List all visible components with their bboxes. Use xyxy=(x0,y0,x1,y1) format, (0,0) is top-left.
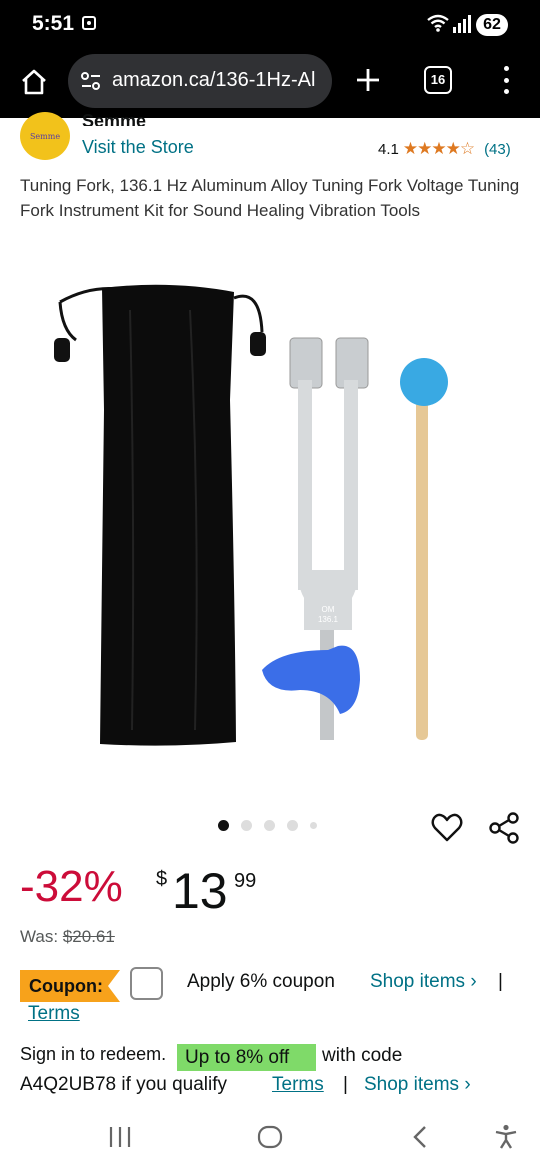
coupon-shop-items-link[interactable]: Shop items › xyxy=(370,971,477,993)
product-image[interactable]: OM 136.1 xyxy=(40,270,500,760)
browser-toolbar: amazon.ca/136-1Hz-Al 16 xyxy=(0,50,540,118)
carousel-dot[interactable] xyxy=(218,820,229,831)
carousel-dot[interactable] xyxy=(264,820,275,831)
home-icon xyxy=(22,69,46,95)
coupon-terms-link[interactable]: Terms xyxy=(28,1003,80,1025)
tuning-fork-illustration: OM 136.1 xyxy=(262,337,369,740)
promo-highlight: Up to 8% off xyxy=(177,1044,316,1071)
promo-terms-link[interactable]: Terms xyxy=(272,1074,324,1096)
new-tab-button[interactable] xyxy=(350,62,386,98)
visit-store-link[interactable]: Visit the Store xyxy=(82,137,194,158)
price-whole: 13 xyxy=(172,863,228,919)
mallet-illustration xyxy=(400,358,448,740)
status-bar: 5:51 62 xyxy=(0,0,540,50)
back-button[interactable] xyxy=(400,1121,440,1153)
battery-icon: 62 xyxy=(476,14,508,36)
separator: | xyxy=(498,971,503,992)
address-bar[interactable]: amazon.ca/136-1Hz-Al xyxy=(68,54,332,108)
accessibility-button[interactable] xyxy=(486,1121,526,1153)
notification-icon xyxy=(82,16,96,30)
coupon-text[interactable]: Apply 6% coupon xyxy=(187,971,335,993)
fork-engraving: OM xyxy=(322,605,335,614)
rating-count[interactable]: (43) xyxy=(484,141,511,158)
recent-apps-button[interactable] xyxy=(100,1121,140,1153)
promo-code-text: A4Q2UB78 if you qualify xyxy=(20,1074,228,1095)
menu-dot-icon xyxy=(503,66,509,71)
promo-shop-items-link[interactable]: Shop items › xyxy=(364,1074,471,1096)
back-icon xyxy=(413,1126,426,1148)
signin-text: Sign in to redeem. xyxy=(20,1044,167,1064)
price-fraction: 99 xyxy=(234,870,257,892)
store-logo[interactable]: Semme xyxy=(20,112,70,160)
more-menu-button[interactable] xyxy=(494,64,518,96)
plus-icon xyxy=(357,69,379,91)
site-info-icon[interactable] xyxy=(80,71,102,91)
with-code-text: with code xyxy=(322,1045,403,1066)
signal-icon xyxy=(453,15,471,33)
accessibility-icon xyxy=(495,1124,517,1149)
coupon-checkbox[interactable] xyxy=(130,967,163,1000)
home-nav-button[interactable] xyxy=(250,1121,290,1153)
recent-apps-icon xyxy=(109,1127,131,1147)
carousel-dot[interactable] xyxy=(241,820,252,831)
home-circle-icon xyxy=(257,1125,283,1149)
store-logo-text: Semme xyxy=(29,131,61,141)
rating-summary[interactable]: 4.1 ★★★★☆ (43) xyxy=(378,139,511,159)
url-text: amazon.ca/136-1Hz-Al xyxy=(112,69,316,91)
wishlist-heart-icon[interactable] xyxy=(430,811,464,845)
rating-value: 4.1 xyxy=(378,140,399,158)
image-carousel-indicator xyxy=(218,820,317,831)
velvet-pouch-illustration xyxy=(54,284,266,746)
star-rating-icon: ★★★★☆ xyxy=(402,139,475,158)
carousel-dot[interactable] xyxy=(310,822,317,829)
was-price: $20.61 xyxy=(62,927,115,946)
home-button[interactable] xyxy=(14,62,54,102)
tab-switcher-button[interactable]: 16 xyxy=(424,66,452,94)
carousel-dot[interactable] xyxy=(287,820,298,831)
discount-percentage: -32% xyxy=(20,862,123,911)
store-name: Semme xyxy=(82,112,147,126)
menu-dot-icon xyxy=(503,77,509,83)
system-navigation-bar xyxy=(0,1105,540,1170)
price-currency: $ xyxy=(156,868,168,890)
product-title: Tuning Fork, 136.1 Hz Aluminum Alloy Tun… xyxy=(20,176,520,220)
menu-dot-icon xyxy=(503,89,509,94)
separator: | xyxy=(343,1074,348,1095)
share-icon[interactable] xyxy=(487,811,521,845)
wifi-icon xyxy=(427,14,449,32)
fork-engraving: 136.1 xyxy=(318,615,339,624)
coupon-badge: Coupon: xyxy=(20,970,120,1002)
was-price-row: Was: $20.61 xyxy=(20,927,115,947)
status-time: 5:51 xyxy=(32,12,75,35)
was-label: Was: xyxy=(20,927,59,946)
